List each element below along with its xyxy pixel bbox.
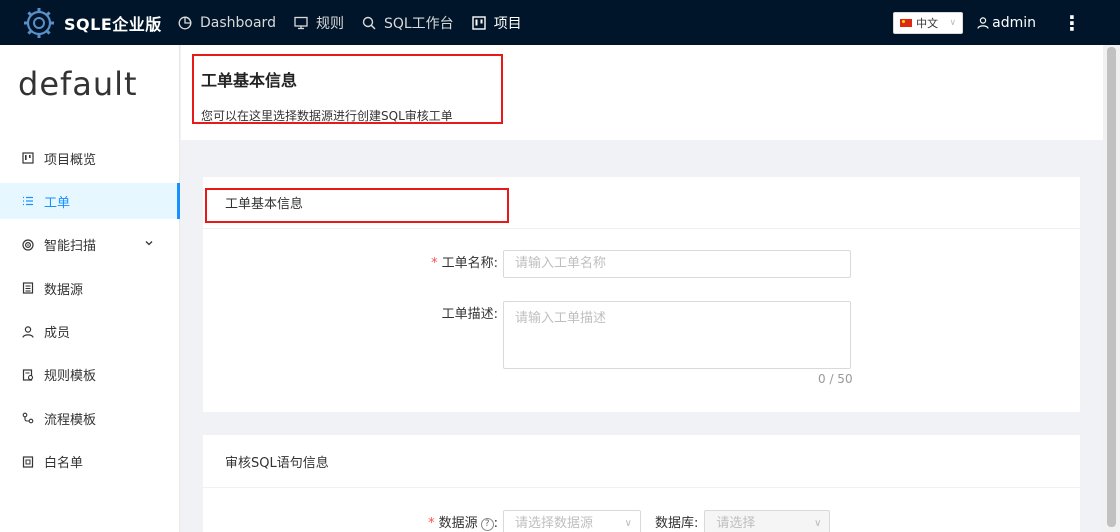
- sidebar-item-workflow-templates[interactable]: 流程模板: [0, 400, 180, 436]
- ticket-desc-textarea[interactable]: 请输入工单描述: [503, 301, 851, 369]
- card-title: 审核SQL语句信息: [203, 435, 1080, 488]
- nav-label: Dashboard: [200, 14, 276, 31]
- user-menu[interactable]: admin: [977, 15, 1036, 31]
- required-mark: *: [428, 516, 435, 531]
- language-label: 中文: [916, 16, 939, 30]
- chevron-down-icon: ∨: [949, 17, 957, 28]
- top-header: SQLE企业版 Dashboard 规则 SQL工作台 项目 中文 ∨ admi…: [0, 0, 1120, 45]
- database-label: 数据库:: [655, 516, 699, 531]
- datasource-select[interactable]: 请选择数据源 ∨: [503, 510, 641, 532]
- sidebar-item-members[interactable]: 成员: [0, 314, 180, 350]
- ticket-name-label: * 工单名称:: [203, 250, 498, 278]
- help-icon[interactable]: ?: [480, 518, 494, 531]
- rule-template-icon: [22, 369, 34, 381]
- header-tools: 中文 ∨ admin ⋮: [893, 0, 1082, 45]
- datasource-icon: [22, 282, 34, 294]
- select-placeholder: 请选择: [716, 516, 756, 531]
- whitelist-icon: [22, 456, 34, 468]
- sidebar-menu: 项目概览 工单 智能扫描 数据源 成员 规则模板 流程模板 白名单: [0, 140, 180, 487]
- nav-label: SQL工作台: [383, 15, 454, 32]
- ticket-desc-row: 工单描述: 请输入工单描述: [203, 301, 851, 369]
- workflow-icon: [22, 412, 34, 424]
- sidebar-item-label: 数据源: [44, 282, 84, 298]
- sidebar-item-tickets[interactable]: 工单: [0, 183, 180, 220]
- china-flag-icon: [900, 18, 913, 27]
- sidebar-item-label: 流程模板: [44, 412, 97, 428]
- nav-dashboard[interactable]: Dashboard: [178, 0, 276, 45]
- dashboard-icon: [178, 16, 192, 29]
- ticket-desc-label: 工单描述:: [441, 307, 498, 322]
- page-scrollbar[interactable]: [1103, 45, 1120, 532]
- required-mark: *: [431, 256, 438, 271]
- nav-rules[interactable]: 规则: [294, 0, 344, 45]
- sidebar-item-label: 白名单: [44, 456, 84, 472]
- nav-label: 项目: [493, 15, 522, 32]
- sql-info-card: 审核SQL语句信息 * 数据源?: 请选择数据源 ∨ 数据库: 请选择 ∨: [203, 435, 1080, 532]
- sidebar-item-label: 成员: [44, 326, 71, 342]
- monitor-icon: [294, 16, 308, 29]
- select-placeholder: 请选择数据源: [515, 516, 594, 531]
- nav-projects[interactable]: 项目: [471, 0, 522, 45]
- chevron-down-icon: [145, 240, 153, 246]
- nav-sql-workbench[interactable]: SQL工作台: [362, 0, 454, 45]
- more-menu-icon[interactable]: ⋮: [1062, 13, 1082, 33]
- logo-text: SQLE企业版: [64, 14, 162, 34]
- user-icon: [22, 325, 34, 338]
- sidebar-item-label: 项目概览: [44, 152, 97, 168]
- label-text: 工单名称:: [441, 256, 498, 271]
- char-counter: 0 / 50: [818, 372, 853, 386]
- label-colon: :: [493, 516, 498, 531]
- annotation-box: [192, 54, 503, 124]
- ticket-name-input[interactable]: 请输入工单名称: [503, 250, 851, 278]
- label-text: 数据源: [438, 516, 478, 531]
- search-icon: [362, 16, 376, 30]
- sidebar-item-overview[interactable]: 项目概览: [0, 140, 180, 176]
- project-icon: [471, 15, 486, 30]
- top-nav: Dashboard 规则 SQL工作台 项目: [178, 0, 540, 45]
- sidebar-item-label: 智能扫描: [44, 239, 97, 255]
- nav-label: 规则: [315, 15, 344, 32]
- overview-icon: [22, 152, 34, 164]
- logo[interactable]: SQLE企业版: [22, 6, 172, 40]
- user-icon: [977, 16, 989, 29]
- sidebar-item-datasource[interactable]: 数据源: [0, 270, 180, 306]
- sidebar: default 项目概览 工单 智能扫描 数据源 成员 规则模板 流程模板 白名…: [0, 45, 180, 532]
- language-select[interactable]: 中文 ∨: [893, 11, 964, 34]
- sidebar-item-rule-templates[interactable]: 规则模板: [0, 357, 180, 393]
- datasource-label: * 数据源?:: [203, 510, 498, 532]
- chevron-down-icon: ∨: [624, 518, 632, 529]
- project-name: default: [18, 65, 138, 103]
- ticket-name-row: * 工单名称: 请输入工单名称: [203, 250, 851, 278]
- scrollbar-thumb[interactable]: [1107, 47, 1116, 527]
- database-select[interactable]: 请选择 ∨: [704, 510, 831, 532]
- sidebar-item-label: 工单: [44, 195, 71, 211]
- scan-icon: [22, 239, 34, 251]
- sidebar-item-whitelist[interactable]: 白名单: [0, 444, 180, 480]
- list-icon: [23, 197, 33, 206]
- sidebar-item-smart-scan[interactable]: 智能扫描: [0, 227, 180, 263]
- gear-logo-icon: [24, 7, 54, 38]
- username: admin: [992, 14, 1036, 31]
- chevron-down-icon: ∨: [814, 518, 822, 529]
- sidebar-item-label: 规则模板: [44, 369, 97, 385]
- annotation-box: [205, 188, 509, 223]
- datasource-row: * 数据源?: 请选择数据源 ∨ 数据库: 请选择 ∨: [203, 510, 831, 532]
